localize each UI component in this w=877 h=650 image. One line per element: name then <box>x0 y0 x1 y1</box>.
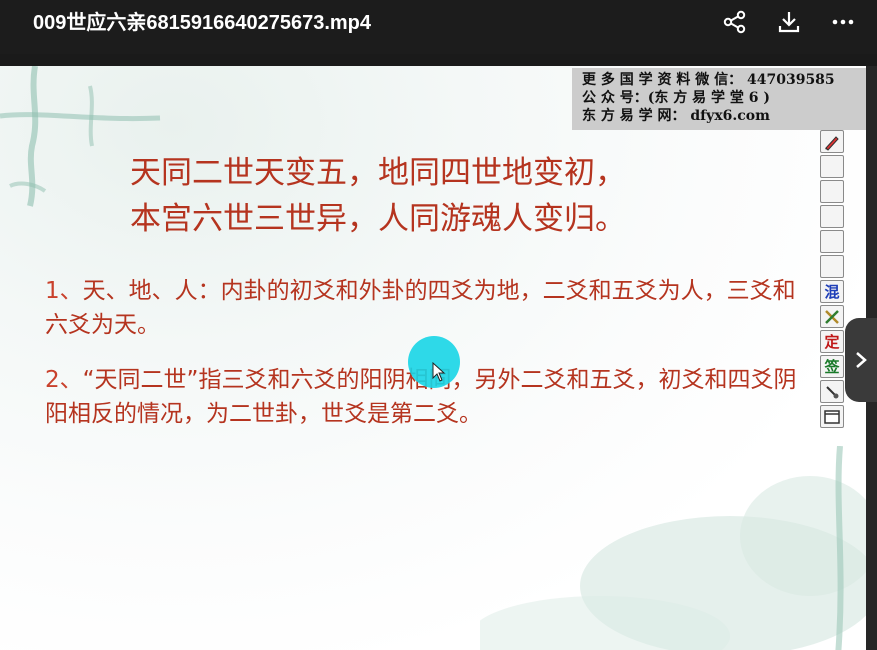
point-1-number: 1、 <box>45 278 83 304</box>
hun-label: 混 <box>824 283 840 301</box>
tool-button-blank-1[interactable] <box>820 155 844 178</box>
slide-point-1: 1、天、地、人：内卦的初爻和外卦的四爻为地，二爻和五爻为人，三爻和六爻为天。 <box>45 274 805 342</box>
hun-button[interactable]: 混 <box>820 280 844 303</box>
watermark-overlay: 更 多 国 学 资 料 微 信： 447039585 公 众 号：(东 方 易 … <box>572 68 866 130</box>
video-header-bar: 009世应六亲6815916640275673.mp4 <box>0 0 877 54</box>
video-letterbox <box>0 54 877 66</box>
chevron-right-icon <box>856 352 867 368</box>
pen-icon <box>825 135 839 151</box>
window-tool-button[interactable] <box>820 405 844 428</box>
pen-tool-button[interactable] <box>820 130 844 153</box>
window-icon <box>824 409 840 424</box>
ding-label: 定 <box>824 333 840 351</box>
tool-button-blank-5[interactable] <box>820 255 844 278</box>
ink-wash-decoration <box>480 446 866 650</box>
header-actions <box>719 6 859 38</box>
slide-heading-line-2: 本宫六世三世异，人同游魂人变归。 <box>130 201 626 237</box>
watermark-line-wechat: 更 多 国 学 资 料 微 信： 447039585 <box>582 72 835 88</box>
ding-button[interactable]: 定 <box>820 330 844 353</box>
qian-label: 签 <box>824 358 840 376</box>
download-icon[interactable] <box>773 6 805 38</box>
annotation-toolbar: 混 定 签 <box>820 130 846 428</box>
tool-button-blank-2[interactable] <box>820 180 844 203</box>
brush-tool-button[interactable] <box>820 380 844 403</box>
tool-button-blank-3[interactable] <box>820 205 844 228</box>
watermark-line-account: 公 众 号：(东 方 易 学 堂 6 ) <box>582 90 770 106</box>
crossed-tools-icon <box>825 309 839 324</box>
next-video-button[interactable] <box>845 318 877 402</box>
qian-button[interactable]: 签 <box>820 355 844 378</box>
tool-button-blank-4[interactable] <box>820 230 844 253</box>
video-title: 009世应六亲6815916640275673.mp4 <box>33 12 372 34</box>
point-1-text: 天、地、人：内卦的初爻和外卦的四爻为地，二爻和五爻为人，三爻和六爻为天。 <box>45 278 796 338</box>
cross-tool-button[interactable] <box>820 305 844 328</box>
brush-icon <box>826 385 839 398</box>
mouse-pointer-icon <box>432 362 446 382</box>
slide-heading-line-1: 天同二世天变五，地同四世地变初， <box>130 155 626 191</box>
share-icon[interactable] <box>719 6 751 38</box>
watermark-line-website: 东 方 易 学 网： dfyx6.com <box>582 108 770 124</box>
slide-heading: 天同二世天变五，地同四世地变初， 本宫六世三世异，人同游魂人变归。 <box>130 150 626 242</box>
point-2-number: 2、 <box>45 367 83 393</box>
more-icon[interactable] <box>827 6 859 38</box>
